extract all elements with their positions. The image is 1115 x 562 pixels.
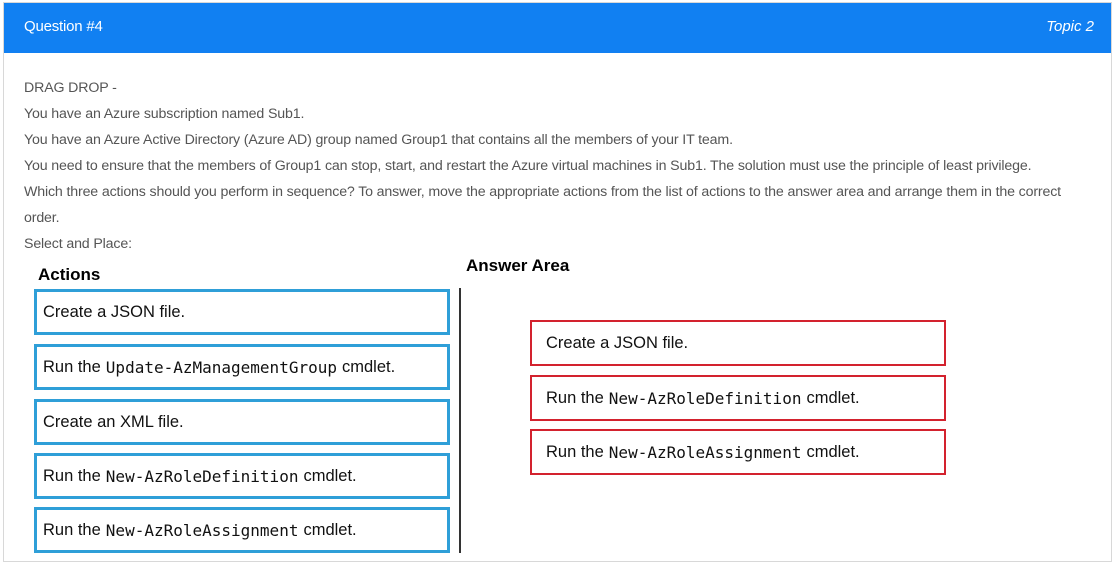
- actions-title: Actions: [38, 265, 101, 284]
- cmdlet-name: New-AzRoleDefinition: [608, 388, 802, 408]
- question-number: Question #4: [24, 18, 103, 35]
- answer-text: cmdlet.: [806, 388, 860, 407]
- answer-text: cmdlet.: [806, 442, 860, 461]
- question-body: DRAG DROP - You have an Azure subscripti…: [24, 75, 1099, 257]
- action-text: Create an XML file.: [43, 412, 184, 431]
- topic-label: Topic 2: [1046, 18, 1094, 35]
- action-item[interactable]: Run the Update-AzManagementGroup cmdlet.: [34, 344, 450, 390]
- area-divider: [459, 288, 461, 553]
- action-text: cmdlet.: [303, 466, 357, 485]
- question-line: Which three actions should you perform i…: [24, 184, 1061, 226]
- question-line: You have an Azure Active Directory (Azur…: [24, 132, 733, 148]
- action-text: Run the: [43, 466, 101, 485]
- action-item[interactable]: Create a JSON file.: [34, 289, 450, 335]
- cmdlet-name: New-AzRoleDefinition: [105, 466, 299, 486]
- question-line: You need to ensure that the members of G…: [24, 158, 1032, 174]
- answer-slot[interactable]: Create a JSON file.: [530, 320, 946, 366]
- answer-slot[interactable]: Run the New-AzRoleAssignment cmdlet.: [530, 429, 946, 475]
- question-type: DRAG DROP -: [24, 80, 117, 96]
- cmdlet-name: New-AzRoleAssignment: [105, 520, 299, 540]
- action-item[interactable]: Run the New-AzRoleAssignment cmdlet.: [34, 507, 450, 553]
- cmdlet-name: New-AzRoleAssignment: [608, 442, 802, 462]
- action-item[interactable]: Run the New-AzRoleDefinition cmdlet.: [34, 453, 450, 499]
- action-text: Create a JSON file.: [43, 302, 186, 321]
- action-text: cmdlet.: [303, 520, 357, 539]
- action-item[interactable]: Create an XML file.: [34, 399, 450, 445]
- answer-area-title: Answer Area: [466, 256, 570, 275]
- answer-slot[interactable]: Run the New-AzRoleDefinition cmdlet.: [530, 375, 946, 421]
- action-text: cmdlet.: [341, 357, 396, 376]
- answer-text: Run the: [546, 442, 604, 461]
- question-instruction: Select and Place:: [24, 236, 132, 252]
- question-line: You have an Azure subscription named Sub…: [24, 106, 305, 122]
- answer-text: Create a JSON file.: [546, 333, 689, 352]
- action-text: Run the: [43, 357, 101, 376]
- cmdlet-name: Update-AzManagementGroup: [105, 357, 337, 377]
- answer-text: Run the: [546, 388, 604, 407]
- question-header: Question #4 Topic 2: [4, 3, 1111, 53]
- action-text: Run the: [43, 520, 101, 539]
